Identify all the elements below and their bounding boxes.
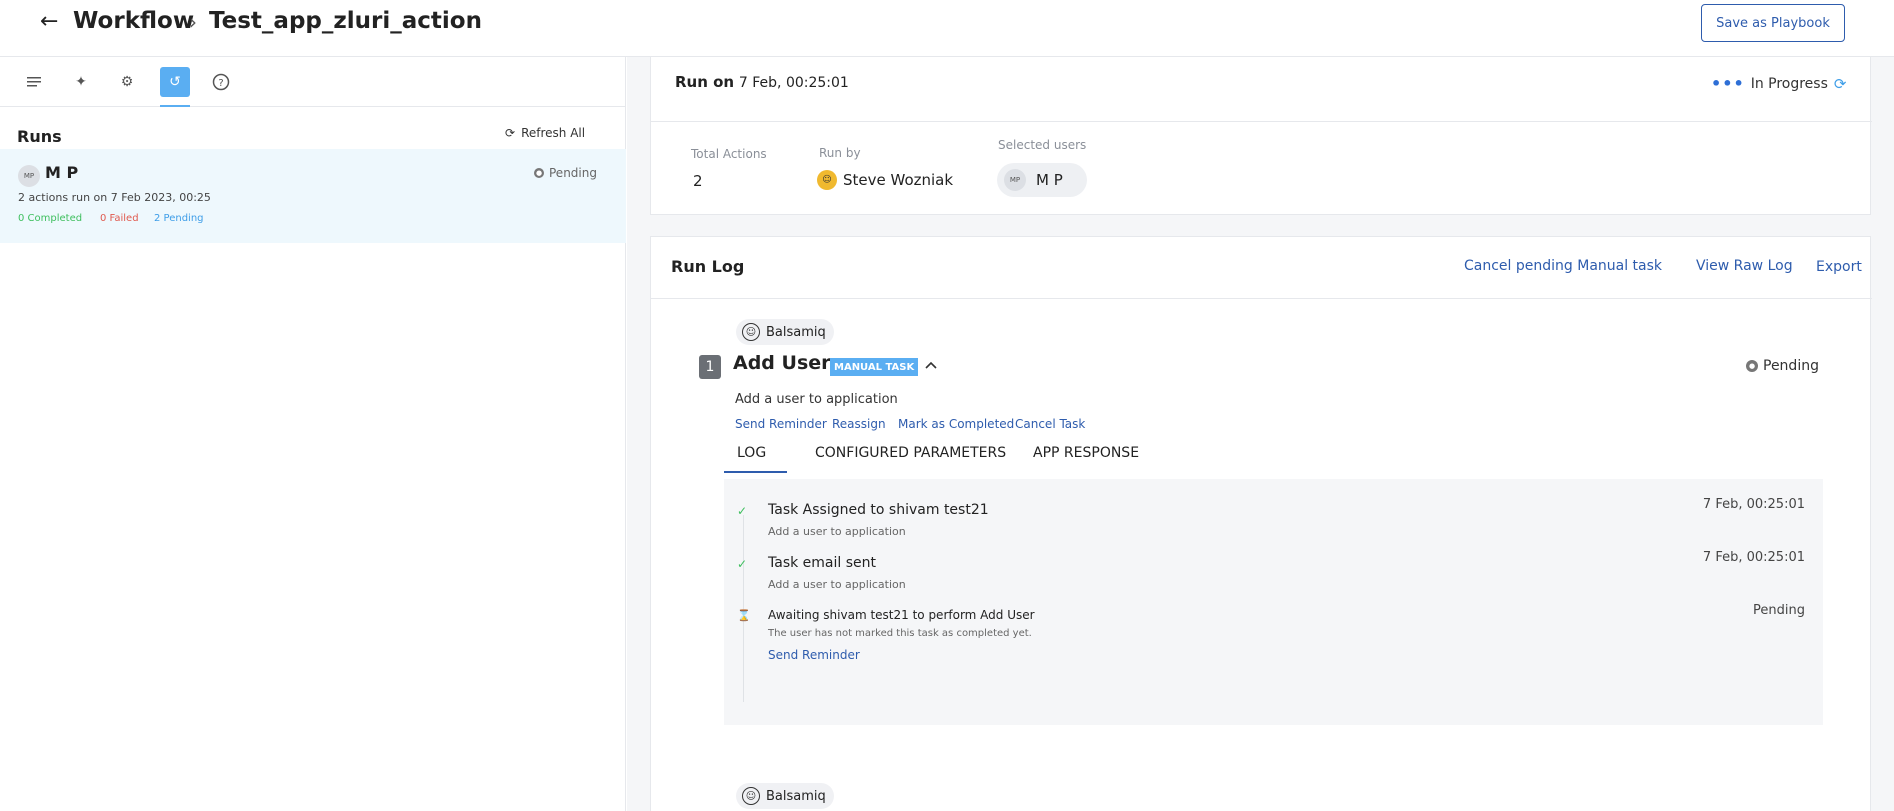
app-name: Balsamiq	[766, 324, 826, 340]
side-toolbar: ✦ ⚙ ↺ ?	[0, 57, 626, 107]
sync-icon[interactable]: ⟳	[1834, 75, 1847, 93]
step-status-label: Pending	[1763, 358, 1819, 374]
chevron-up-icon[interactable]	[925, 357, 937, 373]
total-actions-value: 2	[693, 172, 703, 190]
run-status-label: In Progress	[1750, 75, 1828, 92]
breadcrumb-separator: ›	[189, 10, 197, 34]
user-avatar-icon: ☺	[817, 170, 837, 190]
run-pending-count: 2 Pending	[154, 213, 204, 224]
divider	[651, 298, 1872, 299]
cancel-task-link[interactable]: Cancel Task	[1015, 417, 1085, 431]
total-actions-label: Total Actions	[691, 147, 767, 161]
log-entry-sub: Add a user to application	[768, 525, 906, 538]
app-chip: ☺ Balsamiq	[736, 783, 834, 809]
gears-icon[interactable]: ⚙	[112, 67, 142, 97]
log-entry-time: Pending	[1753, 603, 1805, 618]
arrow-left-icon[interactable]: ←	[40, 10, 58, 34]
breadcrumb-workflow[interactable]: Workflow	[73, 8, 194, 34]
selected-user-name: M P	[1036, 171, 1063, 189]
active-tool-underline	[160, 105, 190, 107]
clock-icon: ●	[534, 168, 544, 178]
run-on: Run on 7 Feb, 00:25:01	[675, 73, 849, 91]
refresh-all-label: Refresh All	[521, 126, 586, 140]
run-detail-area: Run on 7 Feb, 00:25:01 ••• In Progress ⟳…	[627, 57, 1894, 811]
send-reminder-link[interactable]: Send Reminder	[735, 417, 827, 431]
run-status: ● Pending	[534, 166, 597, 180]
refresh-all-button[interactable]: ⟳ Refresh All	[505, 126, 585, 140]
reassign-link[interactable]: Reassign	[832, 417, 886, 431]
log-entry-sub: Add a user to application	[768, 578, 906, 591]
mark-as-completed-link[interactable]: Mark as Completed	[898, 417, 1014, 431]
run-log-title: Run Log	[671, 257, 745, 276]
cancel-pending-manual-task-link[interactable]: Cancel pending Manual task	[1464, 258, 1662, 274]
tab-log[interactable]: LOG	[737, 445, 766, 461]
run-summary-card: Run on 7 Feb, 00:25:01 ••• In Progress ⟳…	[650, 57, 1872, 215]
hourglass-icon: ⌛	[737, 609, 751, 622]
list-icon[interactable]	[19, 67, 49, 97]
balsamiq-logo-icon: ☺	[742, 323, 760, 341]
run-by: ☺ Steve Wozniak	[817, 170, 953, 190]
log-entry-time: 7 Feb, 00:25:01	[1702, 497, 1805, 512]
log-entry-title: Task email sent	[768, 555, 876, 571]
log-entry-title: Task Assigned to shivam test21	[768, 502, 989, 518]
run-failed-count: 0 Failed	[100, 213, 139, 224]
check-icon: ✓	[737, 557, 748, 571]
export-link[interactable]: Export	[1816, 259, 1862, 275]
run-on-value: 7 Feb, 00:25:01	[738, 75, 849, 91]
log-entry-sub: The user has not marked this task as com…	[768, 628, 1032, 639]
more-dots-icon: •••	[1711, 74, 1745, 93]
refresh-icon: ⟳	[505, 126, 516, 140]
log-entry-title: Awaiting shivam test21 to perform Add Us…	[768, 608, 1035, 622]
left-panel: ✦ ⚙ ↺ ? Runs ⟳ Refresh All MP M P ● Pend…	[0, 57, 626, 811]
step-number: 1	[699, 355, 721, 379]
step-description: Add a user to application	[735, 392, 898, 407]
run-status-indicator: ••• In Progress ⟳	[1711, 74, 1846, 93]
page-title: Test_app_zluri_action	[209, 8, 482, 34]
top-bar: ← Workflow › Test_app_zluri_action Save …	[0, 0, 1894, 57]
run-by-label: Run by	[819, 146, 861, 160]
step-status: ● Pending	[1746, 358, 1819, 374]
run-description: 2 actions run on 7 Feb 2023, 00:25	[18, 191, 211, 204]
save-as-playbook-button[interactable]: Save as Playbook	[1701, 4, 1845, 42]
avatar: MP	[18, 165, 40, 187]
step-title: Add User	[733, 352, 831, 374]
active-tab-underline	[724, 471, 787, 473]
send-reminder-link[interactable]: Send Reminder	[768, 648, 860, 662]
run-by-name: Steve Wozniak	[843, 171, 954, 189]
tab-app-response[interactable]: APP RESPONSE	[1033, 445, 1139, 461]
run-completed-count: 0 Completed	[18, 213, 83, 224]
run-list-item[interactable]: MP M P ● Pending 2 actions run on 7 Feb …	[0, 149, 626, 243]
clock-icon: ●	[1746, 360, 1758, 372]
sparkle-icon[interactable]: ✦	[66, 67, 96, 97]
selected-users-label: Selected users	[998, 138, 1087, 152]
manual-task-badge: MANUAL TASK	[830, 358, 919, 376]
runs-title: Runs	[17, 127, 62, 146]
help-icon[interactable]: ?	[206, 67, 236, 97]
view-raw-log-link[interactable]: View Raw Log	[1696, 258, 1793, 274]
app-chip: ☺ Balsamiq	[736, 319, 834, 345]
app-name: Balsamiq	[766, 788, 826, 804]
selected-user-chip[interactable]: MP M P	[997, 163, 1087, 197]
log-entry-time: 7 Feb, 00:25:01	[1702, 550, 1805, 565]
run-on-label: Run on	[675, 73, 735, 91]
run-status-label: Pending	[549, 166, 597, 180]
svg-text:?: ?	[218, 78, 223, 89]
run-user-name: M P	[45, 163, 79, 182]
tab-configured-parameters[interactable]: CONFIGURED PARAMETERS	[815, 445, 1006, 461]
run-log-card: Run Log Cancel pending Manual task View …	[650, 236, 1872, 811]
avatar: MP	[1004, 169, 1026, 191]
check-icon: ✓	[737, 504, 748, 518]
log-entries: ✓ Task Assigned to shivam test21 Add a u…	[724, 479, 1823, 725]
divider	[651, 121, 1872, 122]
history-icon[interactable]: ↺	[160, 67, 190, 97]
balsamiq-logo-icon: ☺	[742, 787, 760, 805]
